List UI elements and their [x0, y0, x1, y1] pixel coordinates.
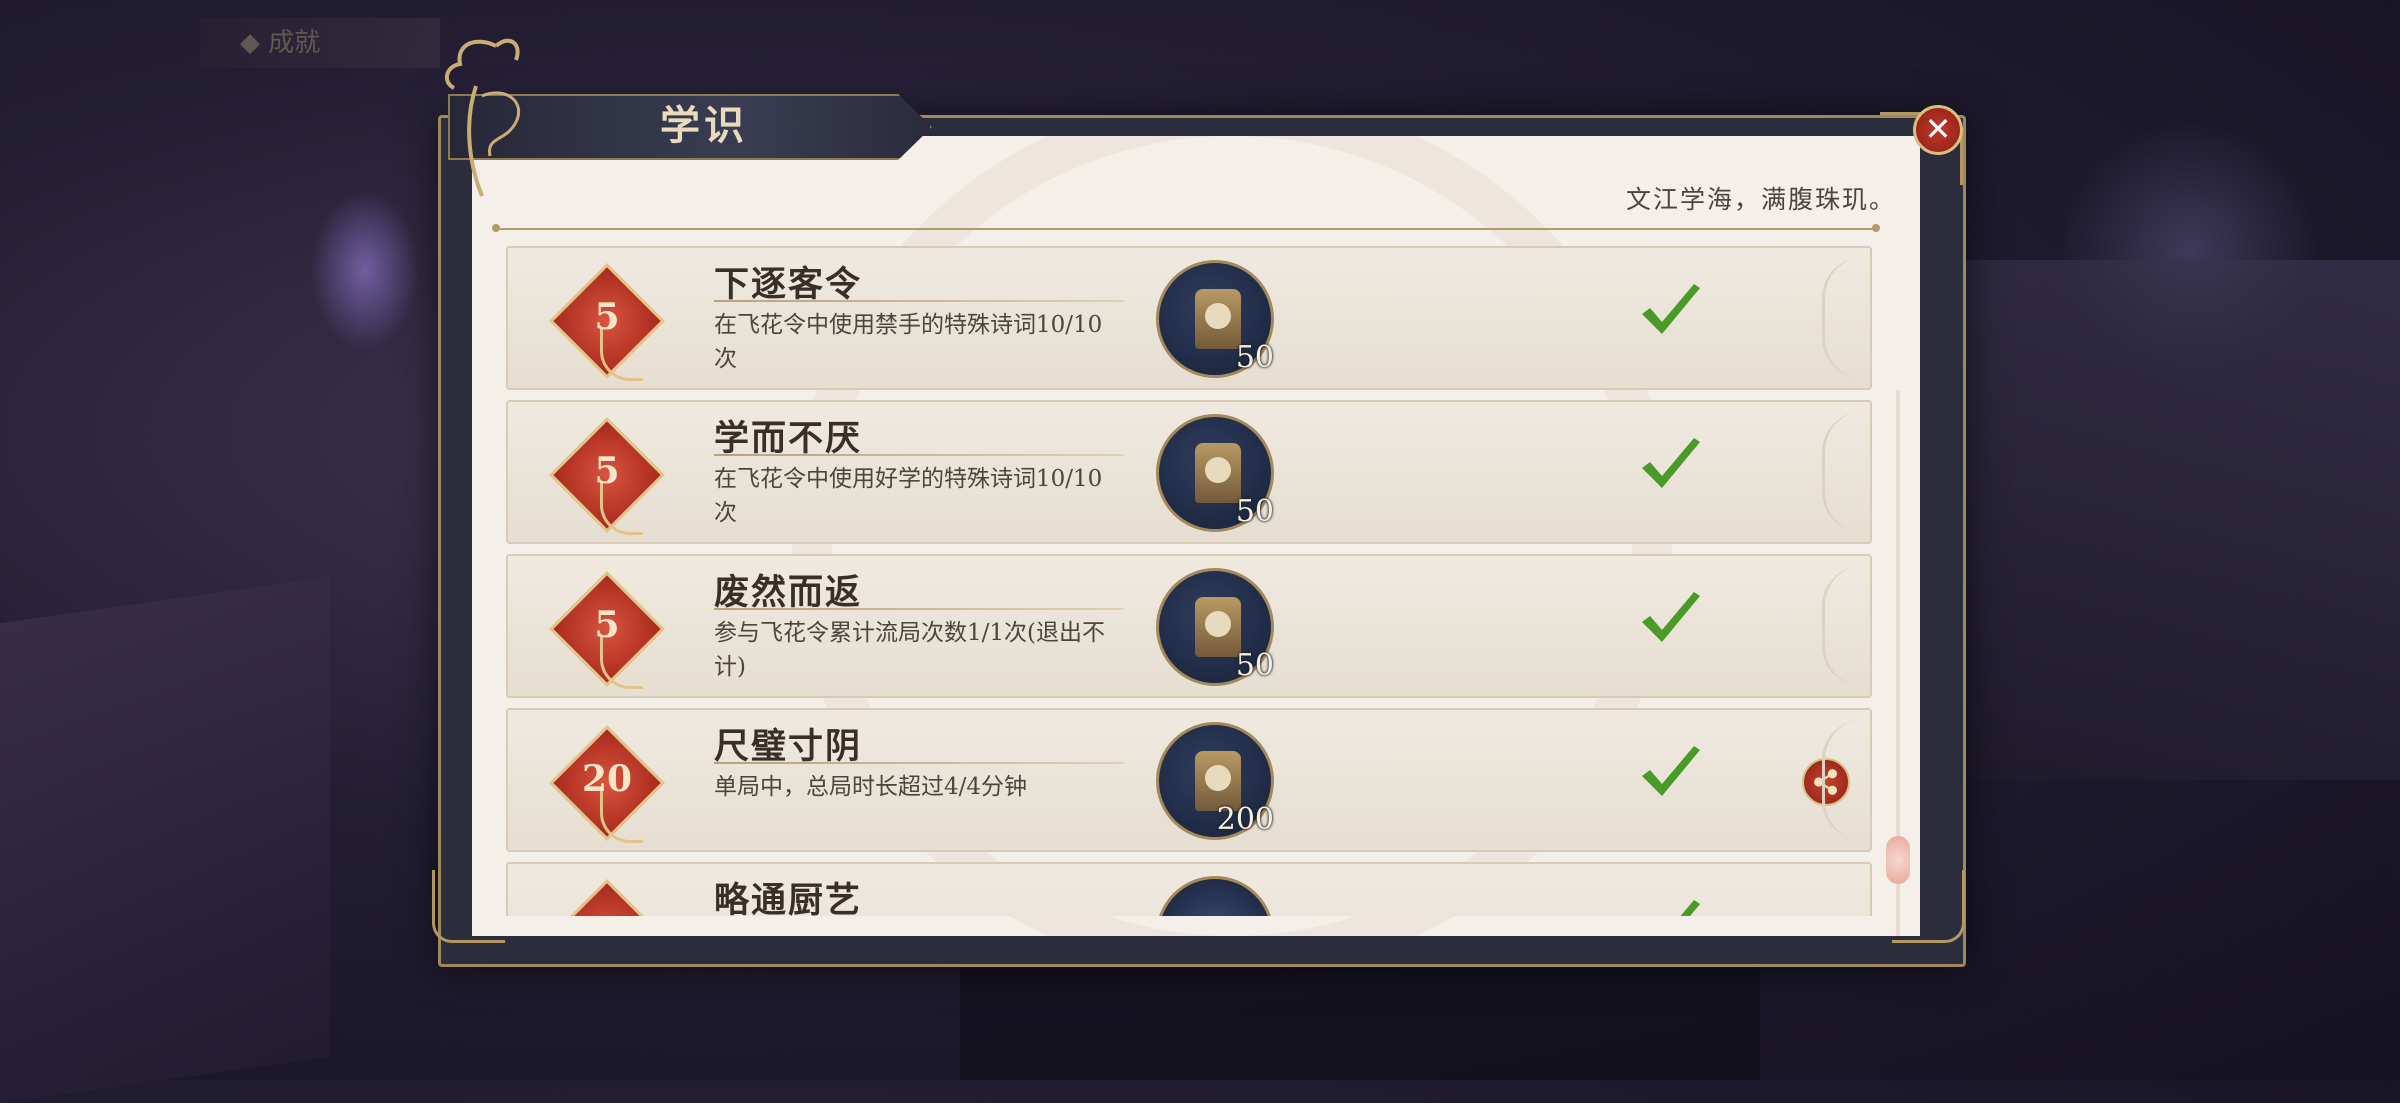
reward-count: 200 — [1216, 802, 1274, 837]
row-ornament — [1822, 412, 1865, 532]
points-badge-icon: 5 — [548, 262, 666, 381]
dialog-title: 学识 — [660, 102, 748, 149]
close-button[interactable]: ✕ — [1913, 105, 1963, 155]
reward-count: 50 — [1235, 340, 1274, 375]
points-badge-icon: 5 — [548, 416, 666, 535]
title-underline — [714, 762, 1124, 764]
reward-count: 50 — [1235, 494, 1274, 529]
checkmark-icon — [1642, 284, 1700, 334]
task-title: 略通厨艺 — [714, 880, 863, 916]
reward-count: 50 — [1235, 648, 1274, 683]
task-description: 单局中，总局时长超过4/4分钟 — [714, 774, 1028, 800]
task-row: 5 略通厨艺 — [506, 862, 1872, 916]
row-ornament — [1822, 258, 1865, 378]
task-row: 5 废然而返 参与飞花令累计流局次数1/1次(退出不计) 50 — [506, 554, 1872, 698]
background-shadow — [960, 960, 1760, 1080]
checkmark-icon — [1680, 900, 1700, 916]
task-list[interactable]: 5 下逐客令 在飞花令中使用禁手的特殊诗词10/10次 50 5 学而不厌 在飞… — [506, 246, 1874, 916]
task-description: 参与飞花令累计流局次数1/1次(退出不计) — [714, 620, 1105, 680]
task-description: 在飞花令中使用禁手的特殊诗词10/10次 — [714, 312, 1103, 372]
deer-ornament-icon — [444, 38, 521, 197]
reward-bag-icon[interactable] — [1156, 876, 1274, 916]
task-description: 在飞花令中使用好学的特殊诗词10/10次 — [714, 466, 1103, 526]
row-ornament — [1822, 566, 1865, 686]
points-badge-icon: 5 — [548, 570, 666, 689]
task-row: 5 学而不厌 在飞花令中使用好学的特殊诗词10/10次 50 — [506, 400, 1872, 544]
row-ornament — [1822, 720, 1865, 840]
background-petal — [310, 190, 420, 350]
points-value: 5 — [548, 912, 666, 916]
points-badge-icon: 20 — [548, 724, 666, 843]
title-underline — [714, 300, 1124, 302]
task-row: 5 下逐客令 在飞花令中使用禁手的特殊诗词10/10次 50 — [506, 246, 1872, 390]
checkmark-icon — [1642, 746, 1700, 796]
scrollbar-thumb[interactable] — [1886, 836, 1910, 884]
background-panel — [1960, 260, 2400, 780]
content-panel: 文江学海，满腹珠玑。 5 下逐客令 在飞花令中使用禁手的特殊诗词10/10次 5… — [472, 136, 1920, 936]
background-book — [0, 576, 330, 1103]
title-underline — [714, 608, 1124, 610]
points-value: 5 — [594, 604, 620, 646]
checkmark-icon — [1642, 592, 1700, 642]
checkmark-icon — [1642, 438, 1700, 488]
title-underline — [714, 454, 1124, 456]
background-top-label: ◆ 成就 — [200, 18, 440, 68]
divider — [492, 224, 1880, 232]
task-row: 20 尺璧寸阴 单局中，总局时长超过4/4分钟 200 — [506, 708, 1872, 852]
points-value: 5 — [594, 450, 620, 492]
points-value: 20 — [581, 758, 633, 800]
points-badge-icon: 5 — [548, 878, 666, 916]
dialog-subtitle: 文江学海，满腹珠玑。 — [1625, 185, 1896, 214]
points-value: 5 — [594, 296, 620, 338]
